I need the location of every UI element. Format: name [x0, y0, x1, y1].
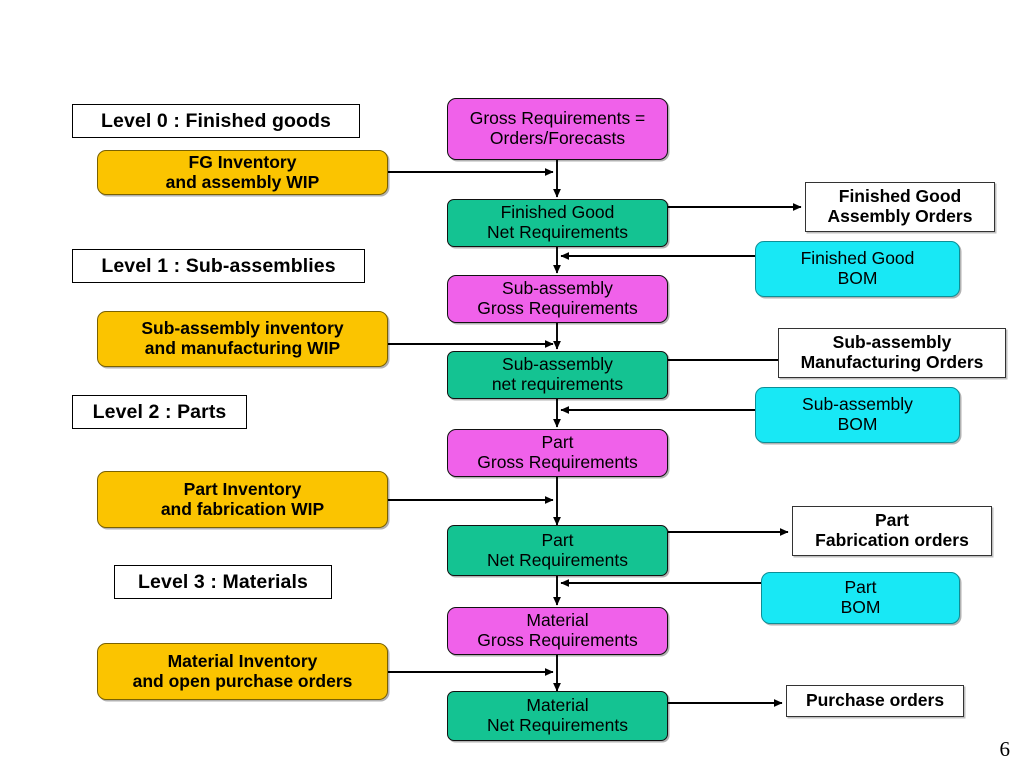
bom-box-subassembly-line1: Sub-assembly: [802, 394, 913, 415]
order-box-finished-good-assembly-line2: Assembly Orders: [827, 206, 973, 226]
gross-requirements-box-part-line2: Gross Requirements: [477, 452, 638, 472]
bom-box-part-line2: BOM: [840, 597, 881, 617]
gross-requirements-box-material-line1: Material: [526, 610, 589, 631]
inventory-box-fg-line2: and assembly WIP: [165, 171, 320, 192]
bom-box-part: Part BOM: [761, 572, 960, 624]
gross-requirements-box-subassembly: Sub-assembly Gross Requirements: [447, 275, 668, 323]
net-requirements-box-part: Part Net Requirements: [447, 525, 668, 576]
level-label-3-text: Level 3 : Materials: [138, 570, 308, 593]
net-requirements-box-finished-good-line1: Finished Good: [500, 202, 615, 223]
level-label-3: Level 3 : Materials: [114, 565, 332, 599]
level-label-0: Level 0 : Finished goods: [72, 104, 360, 138]
order-box-part-fabrication-line1: Part: [874, 510, 910, 531]
net-requirements-box-part-line1: Part: [541, 529, 574, 550]
order-box-finished-good-assembly-line1: Finished Good: [838, 186, 962, 207]
order-box-finished-good-assembly: Finished Good Assembly Orders: [805, 182, 995, 232]
order-box-purchase-orders-line1: Purchase orders: [805, 690, 945, 711]
gross-requirements-box-part-line1: Part: [541, 432, 574, 453]
bom-box-subassembly-line2: BOM: [837, 414, 878, 434]
page-number: 6: [999, 737, 1011, 761]
inventory-box-subassembly-line1: Sub-assembly inventory: [141, 318, 344, 339]
net-requirements-box-part-line2: Net Requirements: [486, 549, 629, 570]
order-box-subassembly-manufacturing-line2: Manufacturing Orders: [800, 352, 984, 372]
gross-requirements-box-finished-good-line1: Gross Requirements =: [469, 108, 646, 129]
gross-requirements-box-subassembly-line2: Gross Requirements: [477, 298, 638, 318]
net-requirements-box-finished-good-line2: Net Requirements: [486, 222, 629, 242]
gross-requirements-box-material-line2: Gross Requirements: [477, 630, 638, 650]
gross-requirements-box-finished-good: Gross Requirements = Orders/Forecasts: [447, 98, 668, 160]
gross-requirements-box-finished-good-line2: Orders/Forecasts: [489, 128, 626, 148]
bom-box-finished-good-line1: Finished Good: [800, 248, 915, 269]
order-box-purchase-orders: Purchase orders: [786, 685, 964, 717]
order-box-subassembly-manufacturing: Sub-assembly Manufacturing Orders: [778, 328, 1006, 378]
inventory-box-part: Part Inventory and fabrication WIP: [97, 471, 388, 528]
level-label-1-text: Level 1 : Sub-assemblies: [101, 254, 336, 277]
bom-box-finished-good-line2: BOM: [837, 268, 878, 288]
net-requirements-box-subassembly: Sub-assembly net requirements: [447, 351, 668, 399]
bom-box-finished-good: Finished Good BOM: [755, 241, 960, 297]
net-requirements-box-subassembly-line2: net requirements: [491, 374, 624, 394]
gross-requirements-box-subassembly-line1: Sub-assembly: [502, 278, 613, 299]
inventory-box-part-line1: Part Inventory: [183, 478, 302, 499]
net-requirements-box-subassembly-line1: Sub-assembly: [502, 354, 613, 375]
order-box-part-fabrication-line2: Fabrication orders: [815, 530, 969, 550]
level-label-2: Level 2 : Parts: [72, 395, 247, 429]
net-requirements-box-finished-good: Finished Good Net Requirements: [447, 199, 668, 247]
mrp-level-diagram: Level 0 : Finished goods Level 1 : Sub-a…: [0, 0, 1024, 768]
level-label-1: Level 1 : Sub-assemblies: [72, 249, 365, 283]
order-box-part-fabrication: Part Fabrication orders: [792, 506, 992, 556]
inventory-box-subassembly: Sub-assembly inventory and manufacturing…: [97, 311, 388, 367]
net-requirements-box-material-line2: Net Requirements: [486, 715, 629, 735]
bom-box-part-line1: Part: [844, 577, 877, 598]
inventory-box-fg-line1: FG Inventory: [188, 151, 297, 172]
gross-requirements-box-part: Part Gross Requirements: [447, 429, 668, 477]
level-label-2-text: Level 2 : Parts: [92, 400, 227, 423]
net-requirements-box-material: Material Net Requirements: [447, 691, 668, 741]
order-box-subassembly-manufacturing-line1: Sub-assembly: [832, 332, 952, 353]
inventory-box-part-line2: and fabrication WIP: [160, 498, 325, 519]
inventory-box-fg: FG Inventory and assembly WIP: [97, 150, 388, 195]
inventory-box-subassembly-line2: and manufacturing WIP: [144, 338, 341, 358]
bom-box-subassembly: Sub-assembly BOM: [755, 387, 960, 443]
net-requirements-box-material-line1: Material: [526, 695, 589, 716]
inventory-box-material-line2: and open purchase orders: [132, 670, 353, 691]
gross-requirements-box-material: Material Gross Requirements: [447, 607, 668, 655]
level-label-0-text: Level 0 : Finished goods: [101, 109, 331, 132]
inventory-box-material-line1: Material Inventory: [167, 650, 318, 671]
inventory-box-material: Material Inventory and open purchase ord…: [97, 643, 388, 700]
